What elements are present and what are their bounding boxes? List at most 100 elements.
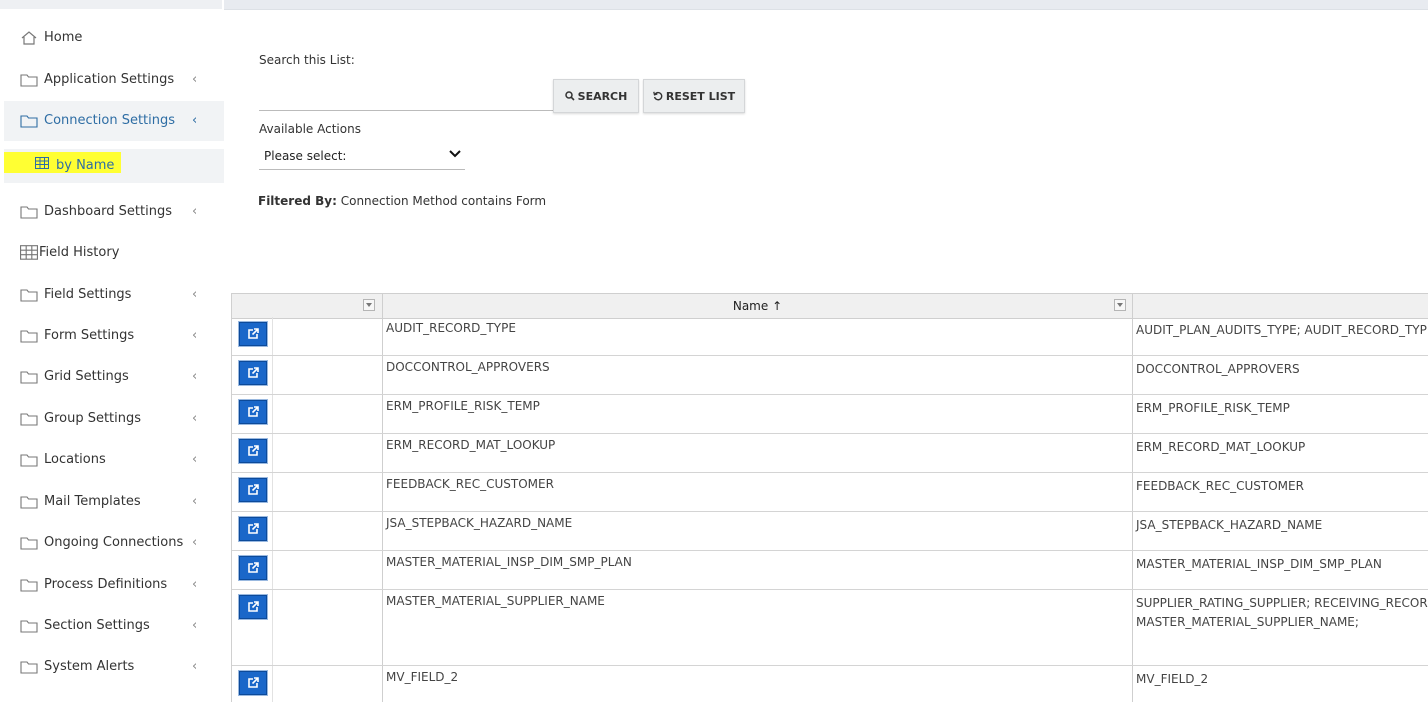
sidebar-top-strip (0, 0, 222, 9)
folder-icon (20, 115, 38, 128)
search-button[interactable]: SEARCH (553, 79, 639, 113)
open-record-button[interactable] (239, 671, 267, 695)
open-record-button[interactable] (239, 361, 267, 385)
table-icon (35, 157, 49, 169)
sidebar-item-label: Process Definitions (44, 577, 168, 592)
sidebar-item-home[interactable]: Home (4, 18, 224, 58)
sidebar-item-label: Grid Settings (44, 369, 129, 384)
sidebar-item-dashboard-settings[interactable]: Dashboard Settings ‹ (4, 192, 224, 232)
sidebar-item-label: Field Settings (44, 287, 132, 302)
search-input[interactable] (259, 84, 555, 111)
column-filter-button[interactable] (363, 299, 375, 311)
open-record-button[interactable] (239, 322, 267, 346)
row-name: JSA_STEPBACK_HAZARD_NAME (386, 516, 573, 530)
chevron-left-icon: ‹ (192, 411, 198, 426)
sidebar-item-field-settings[interactable]: Field Settings ‹ (4, 275, 224, 315)
header-forms-column[interactable] (1133, 294, 1428, 318)
chevron-left-icon: ‹ (192, 577, 198, 592)
row-forms: MASTER_MATERIAL_INSP_DIM_SMP_PLAN (1136, 557, 1382, 571)
select-value: Please select: (264, 149, 347, 163)
chevron-left-icon: ‹ (192, 287, 198, 302)
chevron-left-icon: ‹ (192, 659, 198, 674)
external-link-icon (248, 445, 259, 456)
row-name: MASTER_MATERIAL_INSP_DIM_SMP_PLAN (386, 555, 632, 569)
sidebar-item-group-settings[interactable]: Group Settings ‹ (4, 399, 224, 439)
row-name: ERM_PROFILE_RISK_TEMP (386, 399, 540, 413)
external-link-icon (248, 523, 259, 534)
table-row: JSA_STEPBACK_HAZARD_NAME JSA_STEPBACK_HA… (232, 512, 1428, 551)
external-link-icon (248, 601, 259, 612)
sidebar-item-ongoing-connections[interactable]: Ongoing Connections ‹ (4, 523, 224, 563)
chevron-left-icon: ‹ (192, 369, 198, 384)
table-row: ERM_PROFILE_RISK_TEMP ERM_PROFILE_RISK_T… (232, 395, 1428, 434)
row-forms: AUDIT_PLAN_AUDITS_TYPE; AUDIT_RECORD_TYP… (1136, 323, 1428, 337)
external-link-icon (248, 406, 259, 417)
folder-icon (20, 579, 38, 592)
available-actions-label: Available Actions (259, 122, 361, 136)
column-filter-button[interactable] (1114, 299, 1126, 311)
sidebar-item-section-settings[interactable]: Section Settings ‹ (4, 606, 224, 646)
row-forms: JSA_STEPBACK_HAZARD_NAME (1136, 518, 1323, 532)
sidebar-item-locations[interactable]: Locations ‹ (4, 440, 224, 480)
folder-icon (20, 74, 38, 87)
sidebar-item-label: Ongoing Connections (44, 535, 184, 550)
row-name: DOCCONTROL_APPROVERS (386, 360, 550, 374)
sidebar-item-system-alerts[interactable]: System Alerts ‹ (4, 647, 224, 687)
chevron-left-icon: ‹ (192, 452, 198, 467)
folder-icon (20, 496, 38, 509)
open-record-button[interactable] (239, 478, 267, 502)
chevron-left-icon: ‹ (192, 618, 198, 633)
search-icon (564, 91, 575, 101)
open-record-button[interactable] (239, 517, 267, 541)
filter-prefix: Filtered By: (258, 194, 337, 208)
row-forms: FEEDBACK_REC_CUSTOMER (1136, 479, 1304, 493)
name-column-title: Name ↑ (732, 299, 783, 313)
sidebar-subitem-label: by Name (56, 158, 115, 173)
folder-icon (20, 371, 38, 384)
table-row: MASTER_MATERIAL_INSP_DIM_SMP_PLAN MASTER… (232, 551, 1428, 590)
table-row: DOCCONTROL_APPROVERS DOCCONTROL_APPROVER… (232, 356, 1428, 395)
sidebar-item-mail-templates[interactable]: Mail Templates ‹ (4, 482, 224, 522)
sidebar-item-label: Form Settings (44, 328, 135, 343)
folder-icon (20, 454, 38, 467)
row-forms: ERM_PROFILE_RISK_TEMP (1136, 401, 1290, 415)
folder-icon (20, 537, 38, 550)
available-actions-select[interactable]: Please select: (259, 143, 465, 170)
row-name: FEEDBACK_REC_CUSTOMER (386, 477, 554, 491)
row-name: ERM_RECORD_MAT_LOOKUP (386, 438, 556, 452)
open-record-button[interactable] (239, 595, 267, 619)
table-row: FEEDBACK_REC_CUSTOMER FEEDBACK_REC_CUSTO… (232, 473, 1428, 512)
row-forms: MV_FIELD_2 (1136, 672, 1209, 686)
data-grid: Name ↑ AUDIT_RECORD_TYPE AUDIT_PLAN_AUDI… (231, 293, 1428, 702)
open-record-button[interactable] (239, 439, 267, 463)
table-row: ERM_RECORD_MAT_LOOKUP ERM_RECORD_MAT_LOO… (232, 434, 1428, 473)
external-link-icon (248, 367, 259, 378)
open-record-button[interactable] (239, 556, 267, 580)
sidebar-item-field-history[interactable]: Field History (4, 233, 224, 273)
sidebar-item-grid-settings[interactable]: Grid Settings ‹ (4, 357, 224, 397)
sidebar-item-form-settings[interactable]: Form Settings ‹ (4, 316, 224, 356)
sidebar-item-label: Section Settings (44, 618, 150, 633)
sidebar-item-process-definitions[interactable]: Process Definitions ‹ (4, 565, 224, 605)
filter-text: Connection Method contains Form (340, 194, 547, 208)
filter-summary: Filtered By: Connection Method contains … (258, 194, 546, 208)
sidebar-item-connection-settings[interactable]: Connection Settings ‹ (4, 101, 224, 141)
reset-list-button[interactable]: RESET LIST (643, 79, 745, 113)
table-row: MASTER_MATERIAL_SUPPLIER_NAME SUPPLIER_R… (232, 590, 1428, 666)
sidebar-item-label: Mail Templates (44, 494, 141, 509)
sidebar-item-label: Connection Settings (44, 113, 176, 128)
sidebar-item-label: Field History (39, 245, 120, 260)
row-forms: SUPPLIER_RATING_SUPPLIER; RECEIVING_RECO… (1136, 596, 1428, 629)
folder-icon (20, 206, 38, 219)
sidebar-item-application-settings[interactable]: Application Settings ‹ (4, 60, 224, 100)
reset-list-label: RESET LIST (665, 89, 736, 103)
external-link-icon (248, 328, 259, 339)
sidebar-item-label: System Alerts (44, 659, 135, 674)
header-name-column[interactable]: Name ↑ (383, 294, 1133, 318)
folder-icon (20, 289, 38, 302)
chevron-left-icon: ‹ (192, 494, 198, 509)
sidebar-subitem-by-name[interactable]: by Name (4, 149, 224, 183)
open-record-button[interactable] (239, 400, 267, 424)
grid-header: Name ↑ (232, 293, 1428, 319)
sidebar-item-label: Group Settings (44, 411, 142, 426)
